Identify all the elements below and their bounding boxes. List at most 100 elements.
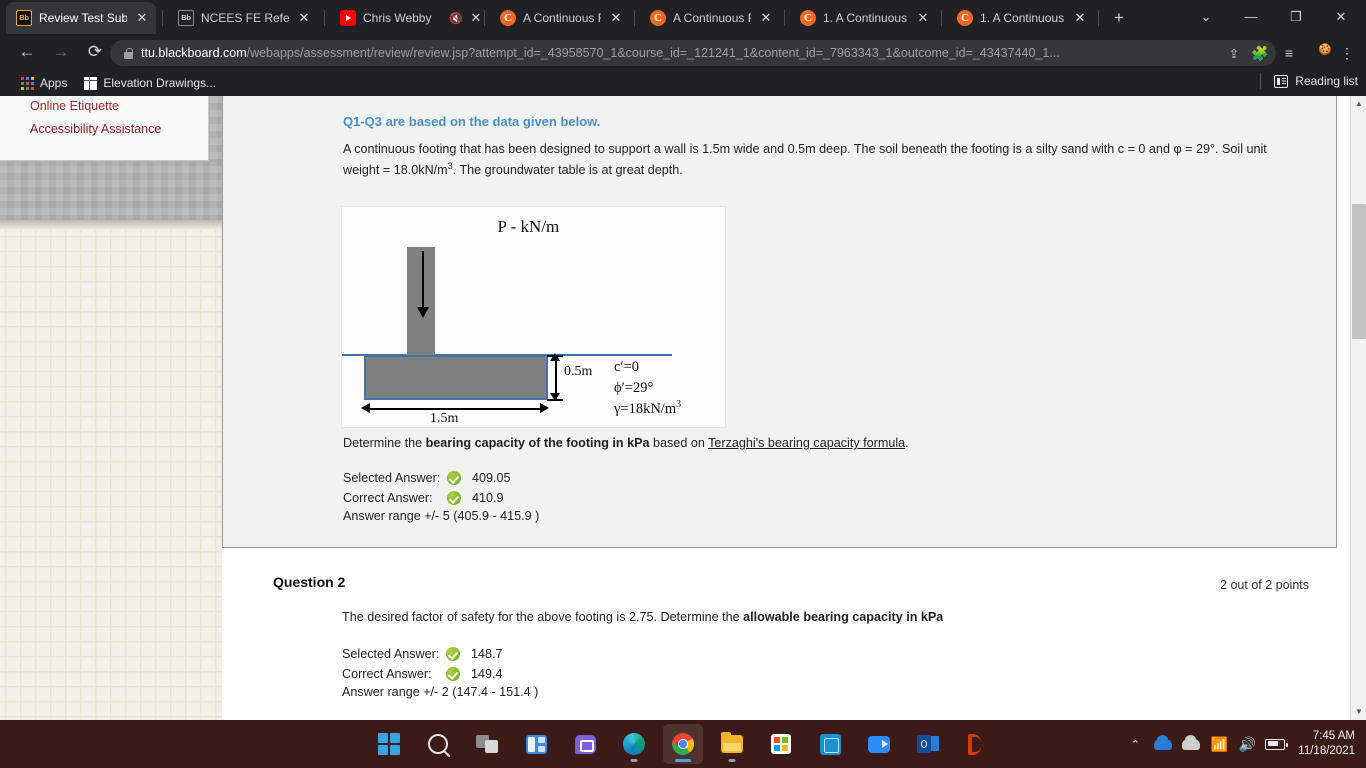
outlook-icon	[917, 735, 939, 753]
back-button[interactable]: ←	[10, 35, 44, 69]
running-indicator	[728, 759, 736, 762]
sidebar-item-accessibility-assistance[interactable]: Accessibility Assistance	[0, 122, 161, 136]
taskbar-search-button[interactable]	[418, 724, 458, 764]
width-arrow-left	[361, 403, 370, 413]
browser-tab-4[interactable]: C A Continuous Fo ✕	[640, 2, 780, 34]
bookmark-elevation-drawings[interactable]: Elevation Drawings...	[77, 73, 223, 93]
prompt-suffix: .	[905, 436, 909, 450]
footing-diagram: P - kN/m 0.5m 1.5m c′=0 ϕ′=29° γ=18kN/m3	[341, 206, 726, 428]
question-1-body: A continuous footing that has been desig…	[343, 140, 1305, 180]
question-2-title: Question 2	[273, 574, 346, 590]
browser-tab-6[interactable]: C 1. A Continuous ✕	[947, 2, 1094, 34]
question-2-prompt-prefix: The desired factor of safety for the abo…	[342, 610, 744, 624]
prompt-prefix: Determine the	[343, 436, 426, 450]
bookmark-apps[interactable]: Apps	[14, 73, 74, 93]
widgets-icon	[525, 734, 547, 754]
selected-answer-label: Selected Answer:	[343, 471, 441, 485]
scroll-down-arrow[interactable]: ▼	[1351, 704, 1366, 720]
tab-close-icon[interactable]: ✕	[608, 10, 624, 26]
reading-list-button[interactable]: Reading list	[1260, 73, 1358, 89]
share-icon[interactable]: ⇪	[1225, 46, 1243, 61]
page-background-pattern	[0, 96, 222, 720]
blackboard-favicon: Bb	[16, 10, 32, 26]
soil-unit-weight-label: γ=18kN/m3	[614, 398, 681, 419]
minimize-button[interactable]: —	[1231, 0, 1271, 34]
chrome-button[interactable]	[663, 724, 703, 764]
soil-friction-label: ϕ′=29°	[614, 379, 654, 396]
outlook-button[interactable]	[908, 724, 948, 764]
widgets-button[interactable]	[516, 724, 556, 764]
zoom-button[interactable]	[859, 724, 899, 764]
tab-mute-icon[interactable]: 🔇	[449, 12, 463, 25]
question-2-prompt: The desired factor of safety for the abo…	[342, 610, 943, 624]
tab-close-icon[interactable]: ✕	[134, 10, 150, 26]
edge-button[interactable]	[614, 724, 654, 764]
address-bar[interactable]: ttu.blackboard.com/webapps/assessment/re…	[110, 40, 1276, 66]
search-icon	[428, 734, 448, 754]
reload-button[interactable]: ⟳	[78, 35, 112, 69]
tab-close-icon[interactable]: ✕	[915, 10, 931, 26]
microsoft-store-button[interactable]	[761, 724, 801, 764]
chegg-favicon: C	[650, 10, 666, 26]
office-button[interactable]	[957, 724, 997, 764]
file-explorer-button[interactable]	[712, 724, 752, 764]
chrome-menu-icon[interactable]: ⋮	[1334, 41, 1360, 65]
question-2-answers: Selected Answer: 148.7 Correct Answer: 1…	[342, 644, 538, 699]
bookmark-label: Apps	[40, 76, 68, 90]
profile-avatar[interactable]	[1305, 41, 1331, 65]
task-view-button[interactable]	[467, 724, 507, 764]
tab-close-icon[interactable]: ✕	[468, 10, 484, 26]
tab-separator	[162, 10, 163, 26]
tab-title: Review Test Subm	[39, 11, 127, 25]
tab-title: A Continuous Fo	[523, 11, 601, 25]
browser-tab-0[interactable]: Bb Review Test Subm ✕	[6, 2, 156, 34]
youtube-favicon	[340, 10, 356, 26]
extensions-icon[interactable]: 🧩	[1247, 41, 1273, 65]
start-button[interactable]	[369, 724, 409, 764]
battery-icon	[1265, 738, 1289, 750]
clock[interactable]: 7:45 AM 11/18/2021	[1289, 729, 1358, 759]
soil-unit-weight-prefix: γ=18kN/m	[614, 400, 677, 417]
battery-button[interactable]	[1261, 729, 1289, 759]
scroll-up-arrow[interactable]: ▲	[1351, 96, 1366, 112]
reading-list-toolbar-icon[interactable]: ≡	[1276, 41, 1302, 65]
wall-column-shape	[407, 247, 435, 357]
edge-icon	[623, 733, 645, 755]
tab-close-icon[interactable]: ✕	[296, 10, 312, 26]
terzaghi-formula-link[interactable]: Terzaghi's bearing capacity formula	[708, 436, 905, 450]
browser-tab-5[interactable]: C 1. A Continuous ✕	[790, 2, 937, 34]
page-scrollbar[interactable]: ▲ ▼	[1350, 96, 1366, 720]
onedrive-personal-button[interactable]	[1149, 729, 1177, 759]
sidebar-item-online-etiquette[interactable]: Online Etiquette	[0, 99, 119, 113]
tab-close-icon[interactable]: ✕	[758, 10, 774, 26]
bookmark-label: Elevation Drawings...	[103, 76, 217, 90]
prompt-mid: based on	[649, 436, 709, 450]
question-1-answer-range: Answer range +/- 5 (405.9 - 415.9 )	[343, 509, 540, 523]
question-1-answers: Selected Answer: 409.05 Correct Answer: …	[343, 468, 539, 523]
browser-tab-2[interactable]: Chris Webby 🔇 ✕	[330, 2, 490, 34]
tab-search-chevron-icon[interactable]: ⌄	[1186, 0, 1226, 34]
chat-button[interactable]	[565, 724, 605, 764]
close-window-button[interactable]: ✕	[1321, 0, 1361, 34]
volume-button[interactable]: 🔊	[1233, 729, 1261, 759]
page-viewport: Online Etiquette Accessibility Assistanc…	[0, 96, 1366, 720]
new-tab-button[interactable]: +	[1108, 7, 1130, 29]
correct-answer-row: Correct Answer: 410.9	[343, 488, 539, 508]
browser-tab-3[interactable]: C A Continuous Fo ✕	[490, 2, 630, 34]
forward-button[interactable]: →	[44, 35, 78, 69]
chegg-favicon: C	[500, 10, 516, 26]
cloud-icon	[1154, 734, 1173, 750]
footing-shape	[364, 355, 548, 400]
selected-answer-label: Selected Answer:	[342, 647, 440, 661]
tab-separator	[634, 10, 635, 26]
show-hidden-icons-chevron-icon[interactable]: ⌃	[1121, 729, 1149, 759]
scrollbar-thumb[interactable]	[1352, 204, 1366, 339]
browser-tab-1[interactable]: Bb NCEES FE Referen ✕	[168, 2, 318, 34]
bookmarks-bar: Apps Elevation Drawings...	[0, 70, 1366, 96]
network-button[interactable]: 📶	[1205, 729, 1233, 759]
tab-close-icon[interactable]: ✕	[1072, 10, 1088, 26]
onedrive-work-button[interactable]	[1177, 729, 1205, 759]
teams-button[interactable]	[810, 724, 850, 764]
maximize-button[interactable]: ❐	[1276, 0, 1316, 34]
correct-check-icon	[447, 471, 461, 485]
